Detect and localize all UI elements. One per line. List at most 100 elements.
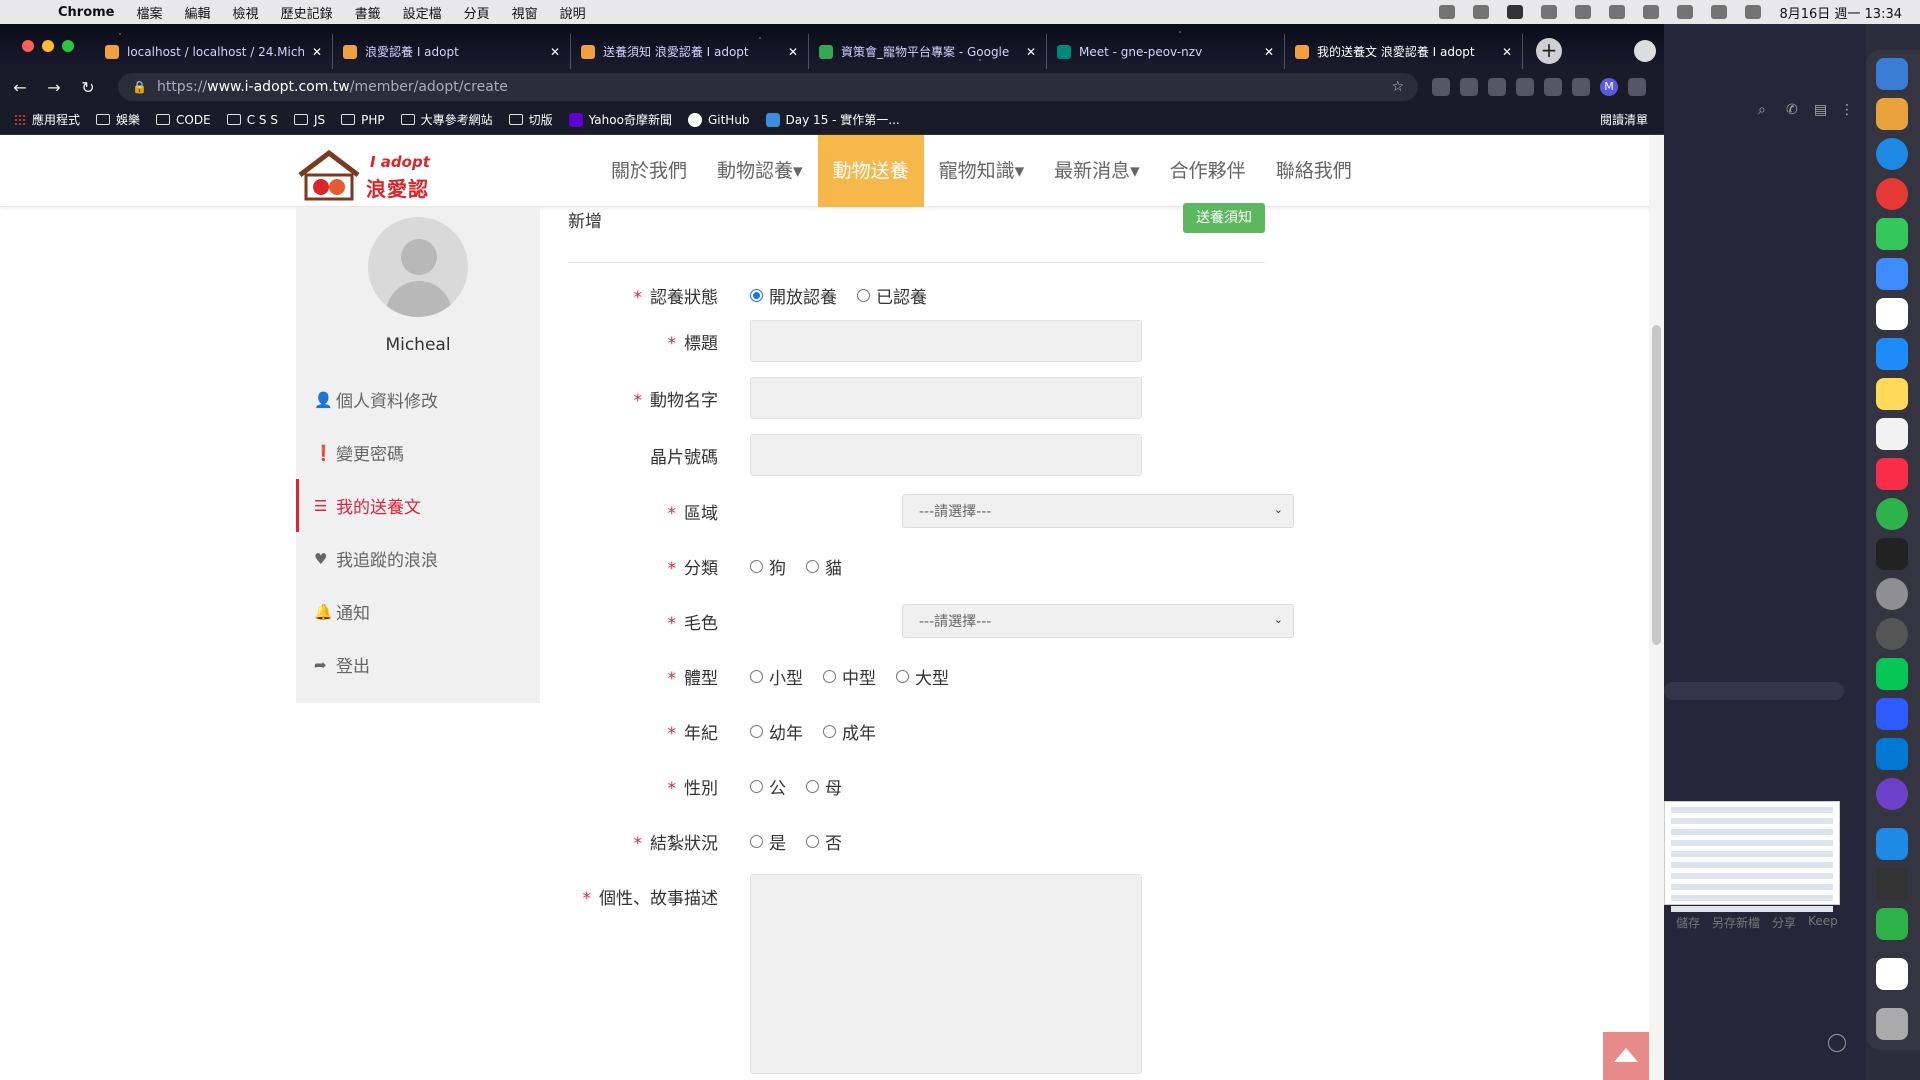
status-open-radio[interactable]: 開放認養 [750, 283, 837, 308]
extension-icon[interactable] [1488, 78, 1506, 96]
control-center-icon[interactable] [1711, 5, 1728, 19]
more-vertical-icon[interactable]: ⋮ [1840, 102, 1854, 118]
fullscreen-window-icon[interactable] [62, 40, 74, 52]
back-arrow-icon[interactable]: ← [6, 78, 34, 97]
menu-bookmarks[interactable]: 書籤 [355, 3, 381, 22]
age-adult-radio[interactable]: 成年 [823, 719, 876, 744]
extension-icon[interactable] [1432, 78, 1450, 96]
more-menu-icon[interactable] [1628, 78, 1646, 96]
nav-news[interactable]: 最新消息▾ [1039, 135, 1155, 207]
puzzle-icon[interactable] [1572, 78, 1590, 96]
tab-search-icon[interactable] [1634, 40, 1656, 62]
status-adopted-radio[interactable]: 已認養 [857, 283, 927, 308]
size-large-radio[interactable]: 大型 [896, 664, 949, 689]
nav-rehome[interactable]: 動物送養 [817, 135, 924, 207]
gender-male-radio[interactable]: 公 [750, 774, 786, 799]
bookmark-folder[interactable]: PHP [341, 113, 385, 127]
category-dog-radio[interactable]: 狗 [750, 554, 786, 579]
volume-icon[interactable] [1575, 5, 1592, 19]
settings-gear-icon[interactable] [1876, 618, 1908, 650]
bookmark-folder[interactable]: 大專參考網站 [400, 111, 493, 128]
back-to-top-button[interactable] [1603, 1032, 1649, 1080]
music-icon[interactable] [1876, 458, 1908, 490]
menu-app-name[interactable]: Chrome [58, 5, 115, 20]
rehome-notice-button[interactable]: 送養須知 [1183, 203, 1265, 233]
color-select[interactable]: ---請選擇--- ⌄ [902, 604, 1294, 638]
menu-file[interactable]: 檔案 [137, 3, 163, 22]
launchpad-icon[interactable] [1876, 98, 1908, 130]
line-icon[interactable] [1473, 5, 1490, 19]
menu-history[interactable]: 歷史記錄 [281, 3, 333, 22]
menu-help[interactable]: 說明 [560, 3, 586, 22]
menu-edit[interactable]: 編輯 [185, 3, 211, 22]
sidebar-item-notifications[interactable]: 🔔 通知 [296, 585, 540, 638]
menu-window[interactable]: 視窗 [512, 3, 538, 22]
keep-action[interactable]: Keep [1808, 914, 1838, 931]
profile-avatar[interactable]: M [1600, 78, 1618, 96]
siri-icon[interactable] [1745, 5, 1762, 19]
bookmark-link[interactable]: GitHub [687, 112, 750, 127]
browser-tab-active[interactable]: 我的送養文 浪愛認養 I adopt ✕ [1285, 34, 1523, 69]
battery-icon[interactable] [1541, 5, 1558, 19]
spotlight-icon[interactable] [1677, 5, 1694, 19]
browser-tab[interactable]: localhost / localhost / 24.Miche ✕ [95, 34, 333, 69]
sidebar-item-password[interactable]: ❗ 變更密碼 [296, 426, 540, 479]
messages-icon[interactable] [1876, 218, 1908, 250]
bookmark-folder[interactable]: C S S [226, 113, 278, 127]
close-tab-icon[interactable]: ✕ [788, 45, 798, 59]
sidebar-item-my-posts[interactable]: ☰ 我的送養文 [296, 479, 540, 532]
app-store-icon[interactable] [1876, 338, 1908, 370]
input-source-icon[interactable] [1507, 5, 1524, 19]
browser-tab[interactable]: Meet - gne-peov-nzv ✕ [1047, 34, 1285, 69]
reading-list[interactable]: 閱讀清單 [1600, 111, 1648, 128]
menu-clock[interactable]: 8月16日 週一 13:34 [1779, 3, 1902, 22]
bookmark-folder[interactable]: 娛樂 [96, 111, 140, 128]
minimize-window-icon[interactable] [42, 40, 54, 52]
reminders-icon[interactable] [1876, 418, 1908, 450]
mail-icon[interactable] [1876, 258, 1908, 290]
area-select[interactable]: ---請選擇--- ⌄ [902, 494, 1294, 528]
close-tab-icon[interactable]: ✕ [312, 45, 322, 59]
new-tab-button[interactable]: + [1536, 38, 1562, 64]
size-small-radio[interactable]: 小型 [750, 664, 803, 689]
browser-tab[interactable]: 浪愛認養 I adopt ✕ [333, 34, 571, 69]
keynote-icon[interactable] [1876, 828, 1908, 860]
search-icon[interactable]: ⌕ [1758, 102, 1766, 118]
webex-icon[interactable] [1876, 698, 1908, 730]
calendar-icon[interactable] [1876, 298, 1908, 330]
age-young-radio[interactable]: 幼年 [750, 719, 803, 744]
emoji-icon[interactable] [1828, 1034, 1846, 1052]
extension-icon[interactable] [1516, 78, 1534, 96]
story-textarea[interactable] [750, 874, 1142, 1074]
nav-partners[interactable]: 合作夥伴 [1155, 135, 1261, 207]
bluetooth-icon[interactable] [1609, 5, 1626, 19]
forward-arrow-icon[interactable]: → [40, 78, 68, 97]
sidebar-item-logout[interactable]: ➦ 登出 [296, 638, 540, 691]
address-bar[interactable]: 🔒 https://www.i-adopt.com.tw/member/adop… [118, 73, 1418, 101]
menu-tab[interactable]: 分頁 [464, 3, 490, 22]
browser-tab[interactable]: 資策會_寵物平台專案 - Google ✕ [809, 34, 1047, 69]
github-desktop-icon[interactable] [1876, 778, 1908, 810]
browser-tab[interactable]: 送養須知 浪愛認養 I adopt ✕ [571, 34, 809, 69]
reload-icon[interactable]: ↻ [74, 78, 102, 97]
document-icon[interactable] [1876, 958, 1908, 990]
spreadsheet-thumbnail[interactable] [1664, 801, 1840, 912]
nav-about[interactable]: 關於我們 [596, 135, 702, 207]
activity-monitor-icon[interactable] [1876, 868, 1908, 900]
vscode-icon[interactable] [1876, 738, 1908, 770]
bookmark-folder[interactable]: 切版 [508, 111, 553, 128]
trash-icon[interactable] [1876, 1008, 1908, 1040]
finder-icon[interactable] [1876, 58, 1908, 90]
system-preferences-icon[interactable] [1876, 578, 1908, 610]
moon-icon[interactable] [1439, 5, 1456, 19]
nav-knowledge[interactable]: 寵物知識▾ [924, 135, 1040, 207]
close-tab-icon[interactable]: ✕ [1502, 45, 1512, 59]
size-medium-radio[interactable]: 中型 [823, 664, 876, 689]
animal-name-input[interactable] [750, 377, 1142, 419]
title-input[interactable] [750, 320, 1142, 362]
save-action[interactable]: 儲存 [1676, 914, 1700, 931]
chip-number-input[interactable] [750, 434, 1142, 476]
terminal-icon[interactable] [1876, 538, 1908, 570]
line-app-icon[interactable] [1876, 658, 1908, 690]
category-cat-radio[interactable]: 貓 [806, 554, 842, 579]
